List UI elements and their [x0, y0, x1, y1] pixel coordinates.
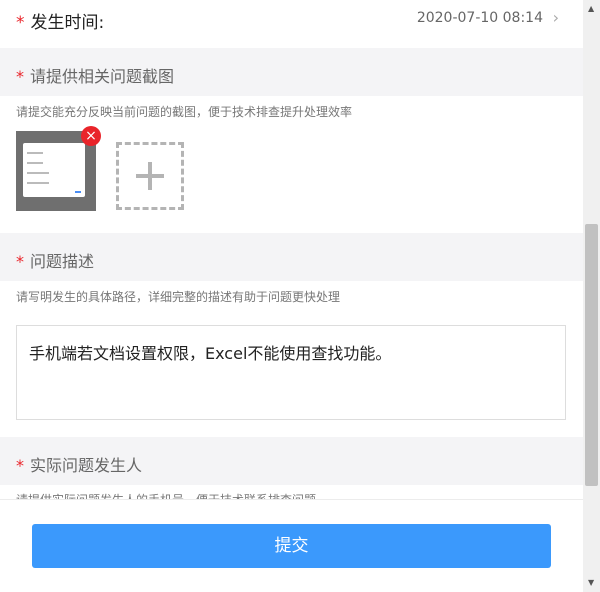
preview-line [27, 182, 49, 184]
chevron-right-icon[interactable]: › [553, 8, 559, 27]
screenshot-hint: 请提交能充分反映当前问题的截图，便于技术排查提升处理效率 [16, 105, 353, 119]
scroll-up-icon[interactable]: ▲ [588, 4, 594, 13]
required-mark: * [16, 252, 24, 271]
time-label-text: 发生时间: [30, 13, 105, 33]
reporter-title-text: 实际问题发生人 [30, 456, 143, 475]
submit-button[interactable]: 提交 [32, 524, 551, 568]
thumbnail-dialog-preview [23, 143, 85, 197]
required-mark: * [16, 456, 24, 475]
screenshot-section-header: * 请提供相关问题截图 [0, 48, 583, 96]
description-text: 手机端若文档设置权限，Excel不能使用查找功能。 [29, 344, 392, 363]
preview-line [27, 162, 43, 164]
preview-line [27, 152, 43, 154]
time-value: 2020-07-10 08:14 [416, 10, 543, 26]
time-row[interactable]: * 发生时间: 2020-07-10 08:14 › [0, 0, 583, 46]
description-title-text: 问题描述 [30, 252, 95, 271]
preview-ok [75, 191, 81, 193]
reporter-section-title: * 实际问题发生人 [16, 452, 142, 476]
preview-line [27, 172, 49, 174]
description-section-header: * 问题描述 [0, 233, 583, 281]
add-screenshot-button[interactable] [116, 142, 184, 210]
scroll-down-icon[interactable]: ▼ [588, 578, 594, 587]
required-mark: * [16, 67, 24, 86]
time-label: * 发生时间: [16, 8, 104, 33]
form-content: * 发生时间: 2020-07-10 08:14 › * 请提供相关问题截图 请提交… [0, 0, 583, 499]
screenshot-title-text: 请提供相关问题截图 [30, 67, 175, 86]
required-mark: * [16, 13, 25, 33]
description-hint: 请写明发生的具体路径，详细完整的描述有助于问题更快处理 [16, 290, 341, 304]
scrollbar-thumb[interactable] [585, 224, 598, 486]
reporter-section-header: * 实际问题发生人 [0, 437, 583, 485]
scrollbar[interactable]: ▲ ▼ [583, 0, 600, 592]
bottom-bar: 提交 [0, 499, 583, 592]
description-textarea[interactable]: 手机端若文档设置权限，Excel不能使用查找功能。 [16, 325, 566, 420]
plus-icon [148, 162, 152, 190]
screenshot-section-title: * 请提供相关问题截图 [16, 63, 174, 87]
reporter-hint: 请提供实际问题发生人的手机号，便于技术联系排查问题 [16, 491, 316, 499]
delete-screenshot-icon[interactable]: × [81, 126, 101, 146]
description-section-title: * 问题描述 [16, 248, 94, 272]
